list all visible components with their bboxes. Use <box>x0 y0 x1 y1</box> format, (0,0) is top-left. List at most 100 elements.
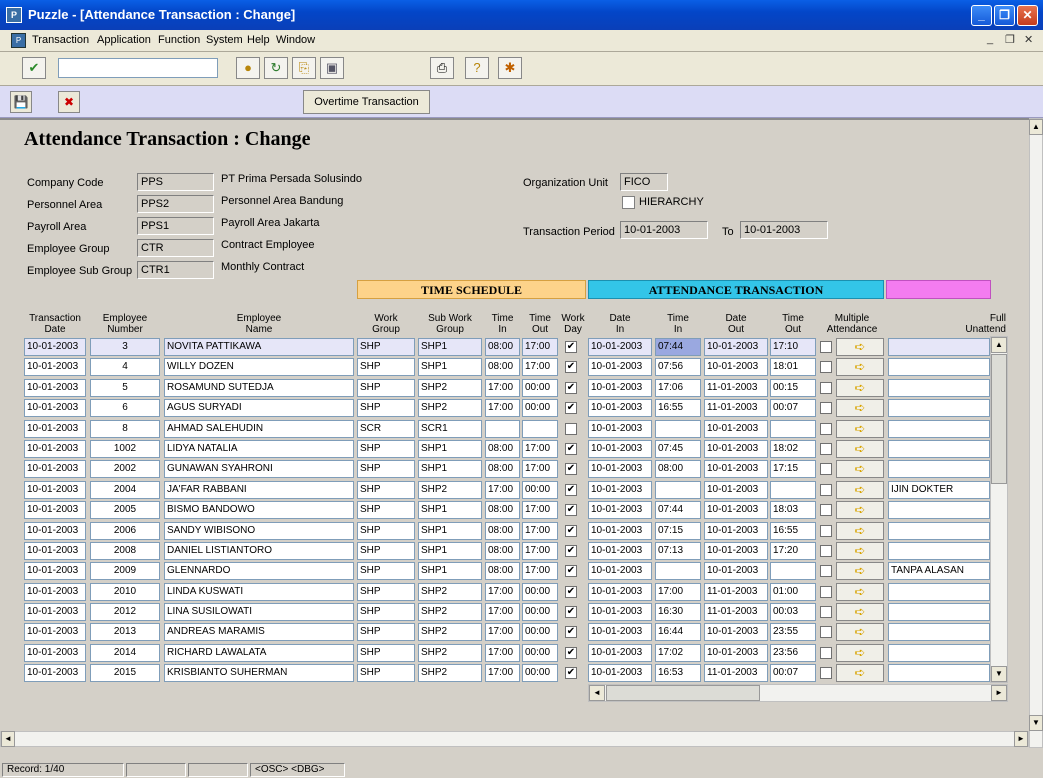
cell-attendance-time-out[interactable]: 17:10 <box>770 338 816 356</box>
cell-date-in[interactable]: 10-01-2003 <box>588 480 652 499</box>
arrow-right-icon[interactable]: ➪ <box>836 399 884 418</box>
cell-date-in[interactable]: 10-01-2003 <box>588 643 652 662</box>
org-unit-field[interactable]: FICO <box>620 173 668 191</box>
cell-work-group[interactable]: SHP <box>357 643 415 662</box>
cell-attendance-time-in[interactable]: 07:45 <box>655 439 701 458</box>
period-from-field[interactable]: 10-01-2003 <box>620 221 708 239</box>
cell-sub-work-group[interactable]: SHP1 <box>418 501 482 520</box>
cell-full-unattend[interactable] <box>888 419 990 438</box>
cell-attendance-time-in[interactable]: 07:15 <box>655 521 701 540</box>
cell-employee-name[interactable]: JA'FAR RABBANI <box>164 480 354 499</box>
multiple-attendance-checkbox[interactable] <box>820 667 832 680</box>
cell-sub-work-group[interactable]: SHP2 <box>418 603 482 622</box>
cell-date-in[interactable]: 10-01-2003 <box>588 521 652 540</box>
cell-sub-work-group[interactable]: SHP2 <box>418 623 482 642</box>
multiple-attendance-checkbox[interactable] <box>820 646 832 659</box>
cell-employee-number[interactable]: 2009 <box>90 562 160 581</box>
cell-date-in[interactable]: 10-01-2003 <box>588 623 652 642</box>
cell-time-in[interactable]: 08:00 <box>485 562 520 581</box>
cell-full-unattend[interactable] <box>888 521 990 540</box>
cell-sub-work-group[interactable]: SHP1 <box>418 338 482 356</box>
cell-time-in[interactable]: 08:00 <box>485 501 520 520</box>
cell-employee-number[interactable]: 2010 <box>90 582 160 601</box>
table-row[interactable]: 10-01-2003 2004 JA'FAR RABBANI SHP SHP2 17:00… <box>24 480 1010 501</box>
table-row[interactable]: 10-01-2003 2015 KRISBIANTO SUHERMAN SHP SHP2… <box>24 664 1010 684</box>
cell-sub-work-group[interactable]: SHP1 <box>418 562 482 581</box>
arrow-right-icon[interactable]: ➪ <box>836 541 884 560</box>
cell-date-out[interactable]: 10-01-2003 <box>704 521 768 540</box>
cell-attendance-time-in[interactable]: 07:44 <box>655 338 701 356</box>
multiple-attendance-checkbox[interactable] <box>820 341 832 353</box>
cell-sub-work-group[interactable]: SHP2 <box>418 399 482 418</box>
cell-transaction-date[interactable]: 10-01-2003 <box>24 439 86 458</box>
work-day-checkbox[interactable]: ✔ <box>565 544 577 557</box>
cell-employee-number[interactable]: 2014 <box>90 643 160 662</box>
cell-time-out[interactable]: 17:00 <box>522 338 558 356</box>
cell-date-in[interactable]: 10-01-2003 <box>588 501 652 520</box>
cell-employee-name[interactable]: DANIEL LISTIANTORO <box>164 541 354 560</box>
arrow-right-icon[interactable]: ➪ <box>836 439 884 458</box>
cell-employee-number[interactable]: 2013 <box>90 623 160 642</box>
cell-attendance-time-in[interactable] <box>655 480 701 499</box>
cell-attendance-time-out[interactable]: 18:02 <box>770 439 816 458</box>
cell-sub-work-group[interactable]: SHP2 <box>418 582 482 601</box>
menu-help[interactable]: Help <box>247 34 270 46</box>
cell-attendance-time-out[interactable]: 00:07 <box>770 664 816 683</box>
cell-sub-work-group[interactable]: SHP2 <box>418 480 482 499</box>
cell-time-out[interactable]: 17:00 <box>522 521 558 540</box>
arrow-right-icon[interactable]: ➪ <box>836 419 884 438</box>
cell-time-in[interactable]: 17:00 <box>485 480 520 499</box>
cell-attendance-time-out[interactable]: 00:07 <box>770 399 816 418</box>
cell-date-out[interactable]: 11-01-2003 <box>704 378 768 397</box>
cell-attendance-time-out[interactable]: 01:00 <box>770 582 816 601</box>
cell-employee-number[interactable]: 5 <box>90 378 160 397</box>
work-day-checkbox[interactable]: ✔ <box>565 483 577 496</box>
multiple-attendance-checkbox[interactable] <box>820 361 832 374</box>
cell-date-in[interactable]: 10-01-2003 <box>588 664 652 683</box>
cell-employee-number[interactable]: 2015 <box>90 664 160 683</box>
arrow-right-icon[interactable]: ➪ <box>836 501 884 520</box>
cell-transaction-date[interactable]: 10-01-2003 <box>24 541 86 560</box>
cell-work-group[interactable]: SHP <box>357 664 415 683</box>
cell-date-out[interactable]: 10-01-2003 <box>704 338 768 356</box>
cell-attendance-time-in[interactable]: 17:00 <box>655 582 701 601</box>
window-scroll-down-icon[interactable]: ▼ <box>1029 715 1043 731</box>
cell-full-unattend[interactable]: IJIN DOKTER <box>888 480 990 499</box>
save-icon[interactable]: 💾 <box>10 91 32 113</box>
cell-employee-number[interactable]: 2004 <box>90 480 160 499</box>
cell-date-in[interactable]: 10-01-2003 <box>588 338 652 356</box>
employee-sub-group-field[interactable]: CTR1 <box>137 261 214 279</box>
table-row[interactable]: 10-01-2003 8 AHMAD SALEHUDIN SCR SCR1 10-01-2… <box>24 419 1010 440</box>
cell-attendance-time-out[interactable]: 23:55 <box>770 623 816 642</box>
arrow-right-icon[interactable]: ➪ <box>836 664 884 683</box>
work-day-checkbox[interactable]: ✔ <box>565 402 577 415</box>
cell-attendance-time-in[interactable]: 16:53 <box>655 664 701 683</box>
payroll-area-field[interactable]: PPS1 <box>137 217 214 235</box>
table-row[interactable]: 10-01-2003 2005 BISMO BANDOWO SHP SHP1 08:00 1… <box>24 501 1010 521</box>
cell-transaction-date[interactable]: 10-01-2003 <box>24 623 86 642</box>
table-row[interactable]: 10-01-2003 3 NOVITA PATTIKAWA SHP SHP1 08:00 1… <box>24 338 1010 358</box>
table-row[interactable]: 10-01-2003 6 AGUS SURYADI SHP SHP2 17:00 00:00… <box>24 399 1010 419</box>
cell-transaction-date[interactable]: 10-01-2003 <box>24 562 86 581</box>
cell-transaction-date[interactable]: 10-01-2003 <box>24 582 86 601</box>
arrow-right-icon[interactable]: ➪ <box>836 358 884 377</box>
cell-date-in[interactable]: 10-01-2003 <box>588 419 652 438</box>
mdi-minimize-icon[interactable]: _ <box>987 33 993 45</box>
multiple-attendance-checkbox[interactable] <box>820 422 832 435</box>
cell-sub-work-group[interactable]: SHP1 <box>418 358 482 377</box>
cell-work-group[interactable]: SHP <box>357 521 415 540</box>
cell-transaction-date[interactable]: 10-01-2003 <box>24 643 86 662</box>
cell-employee-name[interactable]: SANDY WIBISONO <box>164 521 354 540</box>
cell-attendance-time-out[interactable]: 00:03 <box>770 603 816 622</box>
cell-attendance-time-in[interactable] <box>655 419 701 438</box>
menu-transaction[interactable]: Transaction <box>32 34 89 46</box>
cell-work-group[interactable]: SHP <box>357 541 415 560</box>
cell-date-out[interactable]: 10-01-2003 <box>704 460 768 479</box>
work-day-checkbox[interactable] <box>565 422 577 435</box>
cell-attendance-time-in[interactable]: 16:44 <box>655 623 701 642</box>
table-row[interactable]: 10-01-2003 2014 RICHARD LAWALATA SHP SHP2 17:… <box>24 643 1010 664</box>
table-row[interactable]: 10-01-2003 1002 LIDYA NATALIA SHP SHP1 08:00 1… <box>24 439 1010 460</box>
cell-attendance-time-out[interactable]: 00:15 <box>770 378 816 397</box>
window-scroll-left-icon[interactable]: ◄ <box>1 731 15 747</box>
grid-scroll-right-icon[interactable]: ► <box>991 685 1007 701</box>
